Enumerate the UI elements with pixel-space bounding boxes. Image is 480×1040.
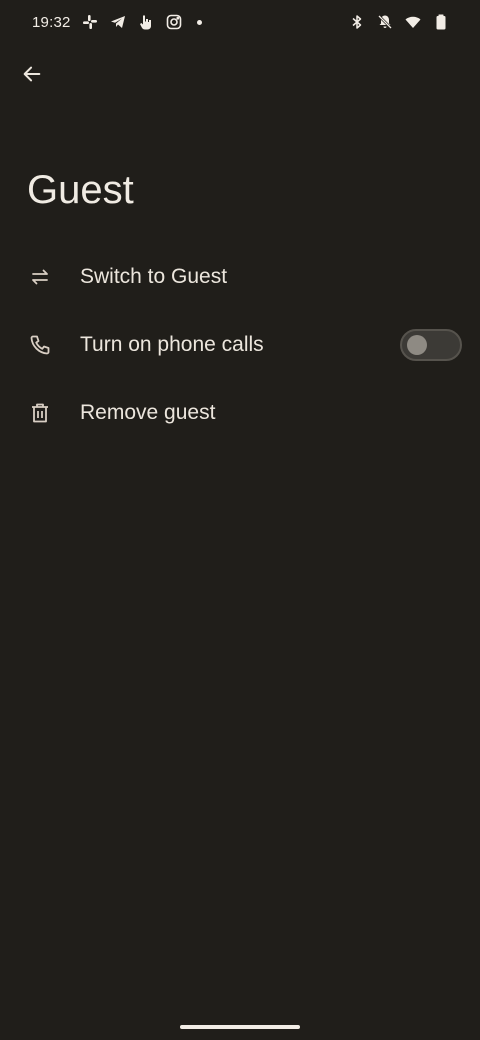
switch-to-guest-label: Switch to Guest [80,265,228,288]
bluetooth-icon [348,13,366,31]
battery-icon [432,13,450,31]
hand-icon [137,13,155,31]
phone-calls-toggle[interactable] [400,329,462,361]
wifi-icon [404,13,422,31]
status-bar: 19:32 [0,0,480,44]
telegram-icon [109,13,127,31]
status-time: 19:32 [32,13,71,31]
arrow-back-icon [21,63,43,85]
status-left: 19:32 [32,13,202,31]
status-right [348,13,450,31]
instagram-icon [165,13,183,31]
switch-to-guest-item[interactable]: Switch to Guest [0,243,480,311]
guest-options-list: Switch to Guest Turn on phone calls Remo… [0,243,480,447]
trash-icon [28,401,52,425]
muted-bell-icon [376,13,394,31]
back-button[interactable] [12,54,52,94]
page-title: Guest [27,168,134,212]
remove-guest-label: Remove guest [80,401,216,424]
phone-icon [28,333,52,357]
gesture-nav-handle[interactable] [180,1025,300,1029]
toggle-knob [407,335,427,355]
more-dot-icon [196,19,202,25]
remove-guest-item[interactable]: Remove guest [0,379,480,447]
guest-settings-screen: 19:32 Guest Switch to Guest Turn on phon… [0,0,480,1040]
swap-icon [28,265,52,289]
phone-calls-item[interactable]: Turn on phone calls [0,311,480,379]
slack-icon [81,13,99,31]
phone-calls-label: Turn on phone calls [80,333,264,356]
